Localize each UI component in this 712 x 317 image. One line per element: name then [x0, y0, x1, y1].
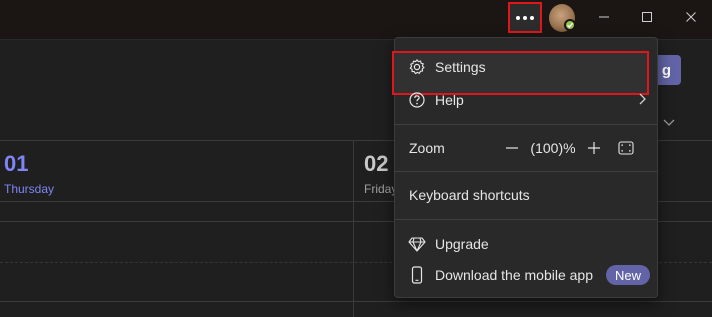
close-icon	[686, 12, 696, 22]
zoom-fit-button[interactable]	[615, 132, 637, 164]
menu-item-settings[interactable]: Settings	[392, 50, 657, 95]
menu-item-label: Help	[435, 92, 464, 108]
diamond-icon	[407, 234, 427, 254]
minus-icon	[506, 147, 518, 149]
maximize-button[interactable]	[635, 6, 659, 28]
menu-item-upgrade[interactable]: Upgrade	[395, 228, 657, 260]
zoom-in-button[interactable]	[583, 132, 605, 164]
menu-divider	[395, 171, 657, 172]
fit-screen-icon	[618, 141, 634, 155]
mobile-phone-icon	[407, 265, 427, 285]
teams-window: g 01 Thursday 02 Friday Settings Help Zo…	[0, 0, 712, 317]
more-icon-dot	[523, 15, 527, 20]
menu-item-label: Settings	[435, 59, 486, 75]
zoom-out-button[interactable]	[501, 132, 523, 164]
menu-item-label: Upgrade	[435, 236, 489, 252]
more-options-menu: Settings Help Zoom (100)% Keyboard short…	[392, 37, 658, 298]
calendar-grid-line	[0, 301, 712, 302]
more-icon-dot	[530, 15, 534, 20]
more-icon-dot	[516, 15, 520, 20]
menu-item-keyboard-shortcuts[interactable]: Keyboard shortcuts	[395, 179, 657, 211]
close-window-button[interactable]	[679, 6, 703, 28]
menu-item-label: Download the mobile app	[435, 267, 593, 283]
presence-available-icon	[564, 19, 576, 31]
chevron-right-icon	[637, 92, 647, 109]
zoom-label: Zoom	[409, 140, 445, 156]
gear-icon	[407, 57, 427, 77]
menu-item-help[interactable]: Help	[395, 84, 657, 116]
zoom-level: (100)%	[530, 140, 576, 156]
new-badge: New	[606, 265, 650, 285]
menu-divider	[395, 219, 657, 220]
day-column-thursday: 01 Thursday	[0, 141, 354, 317]
day-name: Thursday	[4, 182, 55, 196]
more-options-button[interactable]	[508, 2, 542, 33]
menu-item-download-mobile-app[interactable]: Download the mobile app New	[395, 259, 657, 291]
menu-item-label: Keyboard shortcuts	[409, 187, 530, 203]
day-number: 01	[4, 151, 29, 176]
title-bar	[0, 0, 712, 40]
day-number: 02	[364, 151, 389, 176]
menu-item-zoom: Zoom (100)%	[395, 132, 657, 164]
plus-icon	[588, 142, 600, 154]
minimize-button[interactable]	[592, 6, 616, 28]
menu-divider	[395, 124, 657, 125]
question-circle-icon	[407, 90, 427, 110]
day-name: Friday	[364, 182, 398, 196]
minimize-icon	[599, 16, 609, 18]
chevron-down-icon[interactable]	[662, 114, 676, 132]
maximize-icon	[642, 12, 652, 22]
